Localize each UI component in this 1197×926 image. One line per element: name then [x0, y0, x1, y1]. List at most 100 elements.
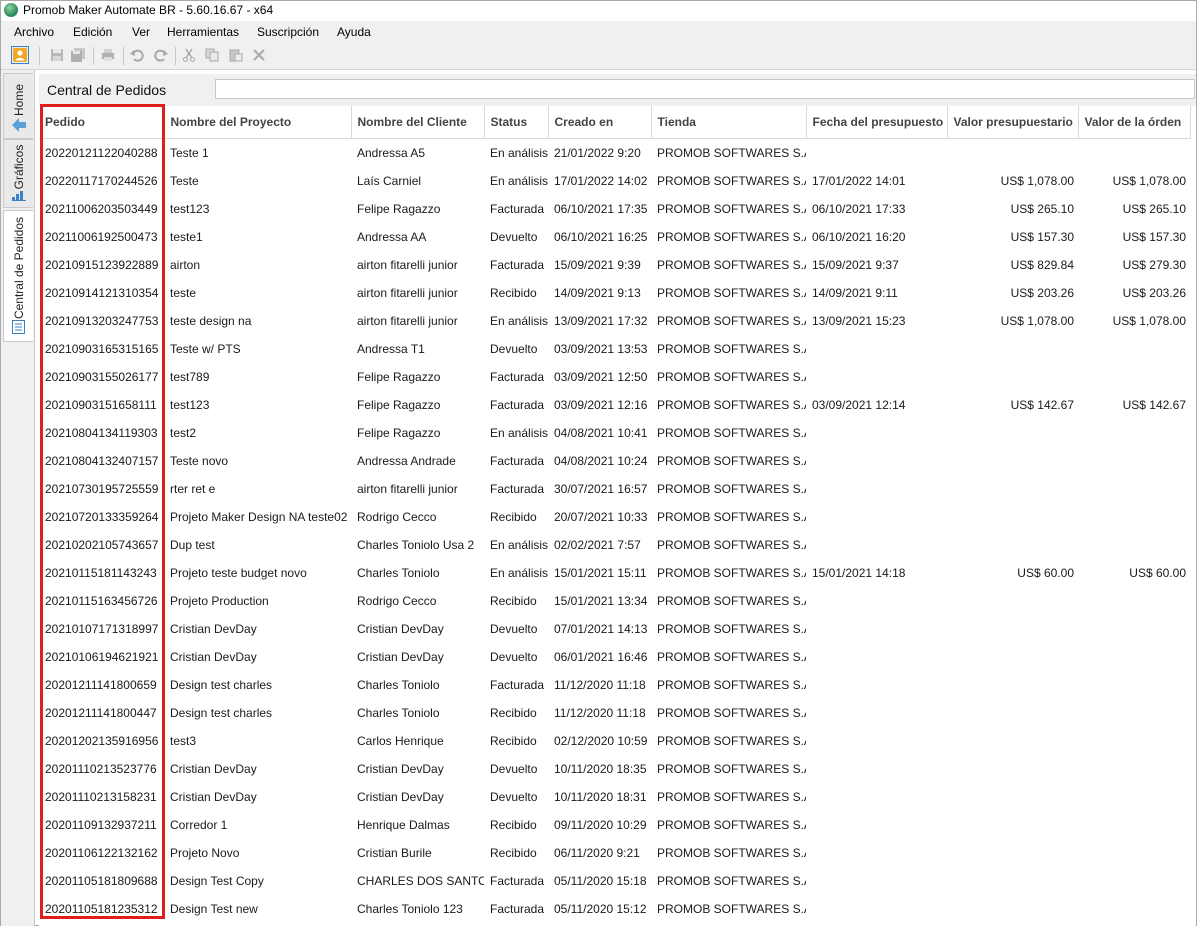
- cell-valor-orden: [1078, 475, 1190, 503]
- cell-tienda: PROMOB SOFTWARES S.A...: [657, 258, 806, 272]
- table-row[interactable]: 20220121122040288 Teste 1 Andressa A5 En an…: [39, 139, 1190, 168]
- cell-valor-orden: [1078, 867, 1190, 895]
- cell-valor-presupuestario: US$ 60.00: [1017, 566, 1074, 580]
- menu-ayuda[interactable]: Ayuda: [337, 25, 371, 39]
- copy-icon[interactable]: [203, 46, 221, 64]
- cut-icon[interactable]: [180, 46, 198, 64]
- cell-valor-presupuestario: [947, 783, 1078, 811]
- cell-fecha-presupuesto: 06/10/2021 17:33: [812, 202, 906, 216]
- redo-icon[interactable]: [152, 46, 170, 64]
- filter-input[interactable]: [215, 79, 1195, 99]
- cell-status: En análisis: [490, 566, 548, 580]
- delete-icon[interactable]: [250, 46, 268, 64]
- cell-fecha-presupuesto: [806, 671, 947, 699]
- cell-nombre-proyecto: test123: [170, 398, 210, 412]
- cell-fecha-presupuesto: [806, 727, 947, 755]
- cell-creado-en: 06/11/2020 9:21: [554, 846, 640, 860]
- table-row[interactable]: 20211006203503449 test123 Felipe Ragazzo Fa…: [39, 195, 1190, 223]
- table-row[interactable]: 20210903165315165 Teste w/ PTS Andressa T1…: [39, 335, 1190, 363]
- table-row[interactable]: 20220117170244526 Teste Laís Carniel En aná…: [39, 167, 1190, 195]
- table-row[interactable]: 20201211141800447 Design test charles Char…: [39, 699, 1190, 727]
- menu-suscripcion[interactable]: Suscripción: [257, 25, 319, 39]
- cell-fecha-presupuesto: [806, 643, 947, 671]
- table-row[interactable]: 20201110213523776 Cristian DevDay Cristian…: [39, 755, 1190, 783]
- user-icon[interactable]: [11, 46, 29, 64]
- cell-pedido: 20210106194621921: [45, 650, 159, 664]
- cell-valor-orden: [1078, 727, 1190, 755]
- cell-nombre-proyecto: teste: [170, 286, 197, 300]
- cell-nombre-cliente: Carlos Henrique: [357, 734, 444, 748]
- table-row[interactable]: 20210915123922889 airton airton fitarelli …: [39, 251, 1190, 279]
- cell-status: Devuelto: [490, 622, 538, 636]
- cell-pedido: 20210804134119303: [45, 426, 158, 440]
- menu-archivo[interactable]: Archivo: [14, 25, 54, 39]
- print-icon[interactable]: [99, 46, 117, 64]
- table-row[interactable]: 20210804134119303 test2 Felipe Ragazzo En a…: [39, 419, 1190, 447]
- tab-home[interactable]: Home: [3, 73, 33, 139]
- column-header-nombre-cliente[interactable]: Nombre del Cliente: [351, 106, 485, 139]
- table-row[interactable]: 20210913203247753 teste design na airton f…: [39, 307, 1190, 335]
- table-row[interactable]: 20201211141800659 Design test charles Char…: [39, 671, 1190, 699]
- cell-status: Recibido: [490, 846, 537, 860]
- cell-nombre-proyecto: Design Test new: [170, 902, 258, 916]
- cell-tienda: PROMOB SOFTWARES S.A...: [657, 314, 806, 328]
- cell-fecha-presupuesto: 03/09/2021 12:14: [812, 398, 906, 412]
- table-row[interactable]: 20210115181143243 Projeto teste budget no…: [39, 559, 1190, 587]
- table-row[interactable]: 20210106194621921 Cristian DevDay Cristian…: [39, 643, 1190, 671]
- cell-creado-en: 04/08/2021 10:24: [554, 454, 648, 468]
- paste-icon[interactable]: [227, 46, 245, 64]
- table-row[interactable]: 20210804132407157 Teste novo Andressa Andr…: [39, 447, 1190, 475]
- cell-fecha-presupuesto: [806, 587, 947, 615]
- table-row[interactable]: 20210730195725559 rter ret e airton fitare…: [39, 475, 1190, 503]
- column-header-tienda[interactable]: Tienda: [651, 106, 807, 139]
- cell-status: En análisis: [490, 538, 548, 552]
- cell-valor-presupuestario: [947, 139, 1078, 168]
- table-row[interactable]: 20201202135916956 test3 Carlos Henrique Rec…: [39, 727, 1190, 755]
- table-row[interactable]: 20211006192500473 teste1 Andressa AA Devuel…: [39, 223, 1190, 251]
- table-row[interactable]: 20201110213158231 Cristian DevDay Cristian…: [39, 783, 1190, 811]
- column-header-status[interactable]: Status: [484, 106, 549, 139]
- cell-fecha-presupuesto: [806, 335, 947, 363]
- table-row[interactable]: 20210202105743657 Dup test Charles Toniolo…: [39, 531, 1190, 559]
- save-icon[interactable]: [48, 46, 66, 64]
- cell-creado-en: 05/11/2020 15:12: [554, 902, 647, 916]
- cell-creado-en: 11/12/2020 11:18: [554, 678, 646, 692]
- table-row[interactable]: 20201106122132162 Projeto Novo Cristian Bu…: [39, 839, 1190, 867]
- tab-central-de-pedidos[interactable]: Central de Pedidos: [3, 210, 33, 342]
- menu-edicion[interactable]: Edición: [73, 25, 112, 39]
- cell-status: Facturada: [490, 202, 545, 216]
- menu-ver[interactable]: Ver: [132, 25, 150, 39]
- cell-creado-en: 06/10/2021 17:35: [554, 202, 648, 216]
- column-header-fecha-presupuesto[interactable]: Fecha del presupuesto: [806, 106, 948, 139]
- column-header-nombre-proyecto[interactable]: Nombre del Proyecto: [164, 106, 352, 139]
- table-row[interactable]: 20210115163456726 Projeto Production Rodri…: [39, 587, 1190, 615]
- table-row[interactable]: 20201105181809688 Design Test Copy CHARLES…: [39, 867, 1190, 895]
- cell-fecha-presupuesto: 14/09/2021 9:11: [812, 286, 898, 300]
- column-header-pedido[interactable]: Pedido: [39, 106, 165, 139]
- vertical-tab-strip: Home Gráficos Central de Pedidos: [1, 70, 35, 926]
- column-header-valor-presupuestario[interactable]: Valor presupuestario: [947, 106, 1079, 139]
- cell-nombre-proyecto: test3: [170, 734, 197, 748]
- cell-pedido: 20210720133359264: [45, 510, 159, 524]
- cell-status: Facturada: [490, 678, 545, 692]
- table-row[interactable]: 20201105181235312 Design Test new Charles …: [39, 895, 1190, 923]
- cell-nombre-cliente: Henrique Dalmas: [357, 818, 450, 832]
- table-row[interactable]: 20210903155026177 test789 Felipe Ragazzo Fa…: [39, 363, 1190, 391]
- table-row[interactable]: 20210903151658111 test123 Felipe Ragazzo Fa…: [39, 391, 1190, 419]
- table-row[interactable]: 20210914121310354 teste airton fitarelli j…: [39, 279, 1190, 307]
- column-header-valor-orden[interactable]: Valor de la órden: [1078, 106, 1191, 139]
- save-all-icon[interactable]: [69, 46, 87, 64]
- cell-nombre-proyecto: Teste novo: [170, 454, 229, 468]
- menu-herramientas[interactable]: Herramientas: [167, 25, 239, 39]
- cell-fecha-presupuesto: 06/10/2021 16:20: [812, 230, 906, 244]
- undo-icon[interactable]: [128, 46, 146, 64]
- cell-creado-en: 14/09/2021 9:13: [554, 286, 641, 300]
- cell-valor-orden: US$ 142.67: [1122, 398, 1186, 412]
- table-row[interactable]: 20210720133359264 Projeto Maker Design NA…: [39, 503, 1190, 531]
- table-row[interactable]: 20210107171318997 Cristian DevDay Cristian…: [39, 615, 1190, 643]
- table-row[interactable]: 20201109132937211 Corredor 1 Henrique Dalm…: [39, 811, 1190, 839]
- cell-valor-orden: [1078, 615, 1190, 643]
- column-header-creado-en[interactable]: Creado en: [548, 106, 652, 139]
- cell-creado-en: 03/09/2021 12:16: [554, 398, 648, 412]
- tab-graficos[interactable]: Gráficos: [3, 139, 33, 208]
